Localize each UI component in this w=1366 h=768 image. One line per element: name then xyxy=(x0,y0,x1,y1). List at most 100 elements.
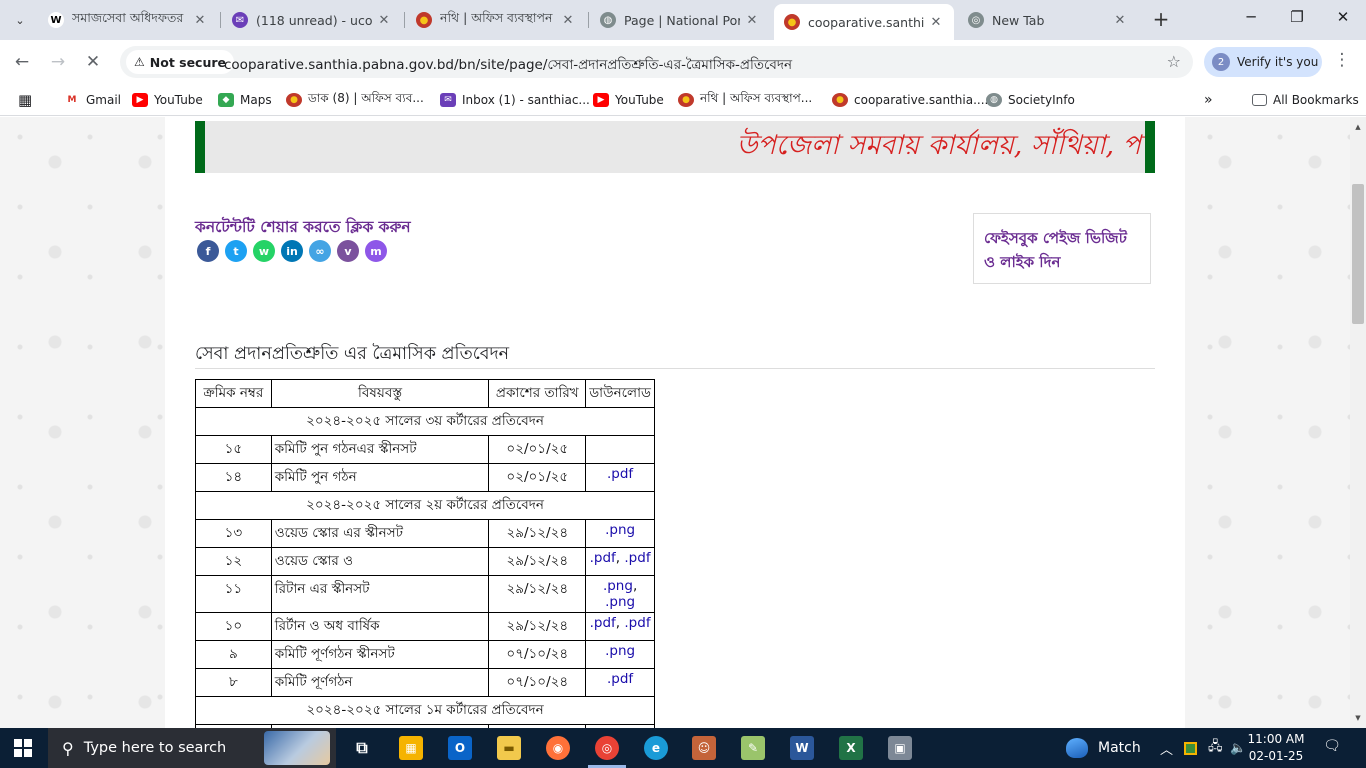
chrome-icon[interactable]: ◎ xyxy=(595,736,619,760)
not-secure-label: Not secure xyxy=(149,54,227,70)
notepad-icon[interactable]: ✎ xyxy=(741,736,765,760)
back-icon[interactable]: ← xyxy=(10,50,34,74)
main-content: উপজেলা সমবায় কার্যালয়, সাঁথিয়া, প কনট… xyxy=(165,117,1185,728)
weather-icon xyxy=(1066,738,1088,758)
network-icon[interactable]: 🖧 xyxy=(1208,728,1223,768)
verify-identity-button[interactable]: 2 Verify it's you xyxy=(1204,47,1322,77)
bookmark-star-icon[interactable]: ☆ xyxy=(1167,52,1181,71)
download-link[interactable]: .png xyxy=(605,594,635,610)
apps-grid-icon[interactable]: ▦ xyxy=(18,91,32,109)
download-link[interactable]: .pdf xyxy=(590,550,616,566)
all-bookmarks-button[interactable]: All Bookmarks xyxy=(1252,91,1359,109)
weather-widget[interactable]: Match xyxy=(1066,728,1141,768)
whatsapp-share-icon[interactable]: w xyxy=(253,240,275,262)
download-cell: .png, .png xyxy=(585,575,655,613)
bookmark-item[interactable]: ◍ SocietyInfo xyxy=(986,91,1075,109)
tab-search-icon[interactable]: ⌄ xyxy=(8,8,32,32)
tab-close-icon[interactable]: ✕ xyxy=(928,15,944,30)
page-title: সেবা প্রদানপ্রতিশ্রুতি এর ত্রৈমাসিক প্রত… xyxy=(195,344,510,364)
facebook-visit-box[interactable]: ফেইসবুক পেইজ ভিজিট ও লাইক দিন xyxy=(973,213,1151,284)
tab-close-icon[interactable]: ✕ xyxy=(560,13,576,28)
download-link[interactable]: .png xyxy=(605,643,635,659)
browser-toolbar: ← → ✕ ⚠ Not secure cooparative.santhia.p… xyxy=(0,40,1366,84)
tab-separator xyxy=(220,12,221,28)
bookmark-item[interactable]: ◆ Maps xyxy=(218,91,272,109)
browser-menu-icon[interactable]: ⋮ xyxy=(1332,50,1352,70)
search-icon: ⚲ xyxy=(62,738,74,758)
firefox-icon[interactable]: ◉ xyxy=(546,736,570,760)
volume-icon[interactable]: 🔈 xyxy=(1230,728,1246,768)
file-explorer-icon[interactable]: ▬ xyxy=(497,736,521,760)
table-group-row: ২০২৪-২০২৫ সালের ৩য় কর্টারের প্রতিবেদন xyxy=(195,407,655,436)
bookmark-label: cooparative.santhia.... xyxy=(854,93,989,107)
download-link[interactable]: .pdf xyxy=(624,550,650,566)
forward-icon[interactable]: → xyxy=(46,50,70,74)
copy-link-share-icon[interactable]: ∞ xyxy=(309,240,331,262)
word-icon[interactable]: W xyxy=(790,736,814,760)
maximize-icon[interactable]: ❐ xyxy=(1282,8,1312,32)
linkedin-share-icon[interactable]: in xyxy=(281,240,303,262)
report-table: ক্রমিক নম্বর বিষয়বস্তু প্রকাশের তারিখ ড… xyxy=(195,379,655,728)
download-link[interactable]: .pdf xyxy=(607,671,633,687)
not-secure-chip[interactable]: ⚠ Not secure xyxy=(126,50,235,74)
messenger-share-icon[interactable]: m xyxy=(365,240,387,262)
address-bar[interactable]: ⚠ Not secure cooparative.santhia.pabna.g… xyxy=(120,46,1193,78)
bookmark-item[interactable]: ▶ YouTube xyxy=(593,91,664,109)
browser-tab[interactable]: W সমাজসেবা অধিদফতর ✕ xyxy=(38,5,218,35)
excel-icon[interactable]: X xyxy=(839,736,863,760)
browser-tab[interactable]: ◍ Page | National Portal ✕ xyxy=(590,5,770,35)
minimize-icon[interactable]: ─ xyxy=(1236,8,1266,32)
col-header-date: প্রকাশের তারিখ xyxy=(488,379,587,408)
new-tab-button[interactable]: + xyxy=(1150,8,1172,30)
bookmark-item[interactable]: M Gmail xyxy=(64,91,121,109)
twitter-share-icon[interactable]: t xyxy=(225,240,247,262)
download-link[interactable]: .pdf xyxy=(607,466,633,482)
subject-cell: কমিটি পুন গঠন xyxy=(270,463,490,492)
show-hidden-icons[interactable]: ︿ xyxy=(1160,728,1173,768)
tab-close-icon[interactable]: ✕ xyxy=(1112,13,1128,28)
bookmark-item[interactable]: ● ডাক (8) | অফিস ব্যব... xyxy=(286,91,424,109)
more-bookmarks-icon[interactable]: » xyxy=(1204,91,1213,109)
col-header-download: ডাউনলোড xyxy=(585,379,655,408)
subject-cell: কমিটি পুন গঠনএর স্কীনসট xyxy=(270,435,490,464)
scrollbar-thumb[interactable] xyxy=(1352,184,1364,324)
scroll-up-icon[interactable]: ▲ xyxy=(1350,123,1366,131)
close-window-icon[interactable]: ✕ xyxy=(1328,8,1358,32)
download-link[interactable]: .png xyxy=(605,522,635,538)
browser-tab[interactable]: ✉ (118 unread) - uco_sa ✕ xyxy=(222,5,402,35)
download-link[interactable]: .png xyxy=(603,578,633,594)
bookmark-item[interactable]: ✉ Inbox (1) - santhiac... xyxy=(440,91,590,109)
tab-title: cooparative.santhia.p xyxy=(808,14,924,30)
viber-share-icon[interactable]: v xyxy=(337,240,359,262)
globe-icon: ◍ xyxy=(600,12,616,28)
download-link[interactable]: .pdf xyxy=(624,615,650,631)
control-panel-icon[interactable]: ▣ xyxy=(888,736,912,760)
browser-tab[interactable]: ● নথি | অফিস ব্যবস্থাপন ✕ xyxy=(406,5,586,35)
bookmark-item[interactable]: ● নথি | অফিস ব্যবস্থাপ... xyxy=(678,91,812,109)
scroll-down-icon[interactable]: ▼ xyxy=(1350,714,1366,722)
tab-close-icon[interactable]: ✕ xyxy=(744,13,760,28)
vertical-scrollbar[interactable]: ▲ ▼ xyxy=(1350,117,1366,728)
security-icon[interactable] xyxy=(1184,728,1197,768)
bookmark-item[interactable]: ● cooparative.santhia.... xyxy=(832,91,988,109)
browser-tab[interactable]: ◎ New Tab ✕ xyxy=(958,5,1138,35)
stop-loading-icon[interactable]: ✕ xyxy=(81,50,105,74)
windows-start-icon[interactable] xyxy=(14,739,32,757)
notification-icon[interactable]: 🗨 xyxy=(1322,738,1342,758)
tab-close-icon[interactable]: ✕ xyxy=(376,13,392,28)
microsoft-store-icon[interactable]: ▦ xyxy=(399,736,423,760)
url-text[interactable]: cooparative.santhia.pabna.gov.bd/bn/site… xyxy=(224,54,792,77)
facebook-share-icon[interactable]: f xyxy=(197,240,219,262)
tab-close-icon[interactable]: ✕ xyxy=(192,13,208,28)
photo-app-icon[interactable]: ☺ xyxy=(692,736,716,760)
bookmark-item[interactable]: ▶ YouTube xyxy=(132,91,203,109)
system-clock[interactable]: 11:00 AM 02-01-25 xyxy=(1246,731,1306,765)
taskbar-search-box[interactable]: ⚲ Type here to search xyxy=(48,728,336,768)
task-view-icon[interactable]: ⧉ xyxy=(350,736,374,760)
download-link[interactable]: .pdf xyxy=(590,615,616,631)
edge-icon[interactable]: e xyxy=(644,736,668,760)
subject-cell: কমিটি পূর্ণগঠন xyxy=(270,668,490,697)
browser-tab[interactable]: ● cooparative.santhia.p ✕ xyxy=(774,4,954,40)
tab-separator xyxy=(588,12,589,28)
outlook-icon[interactable]: O xyxy=(448,736,472,760)
